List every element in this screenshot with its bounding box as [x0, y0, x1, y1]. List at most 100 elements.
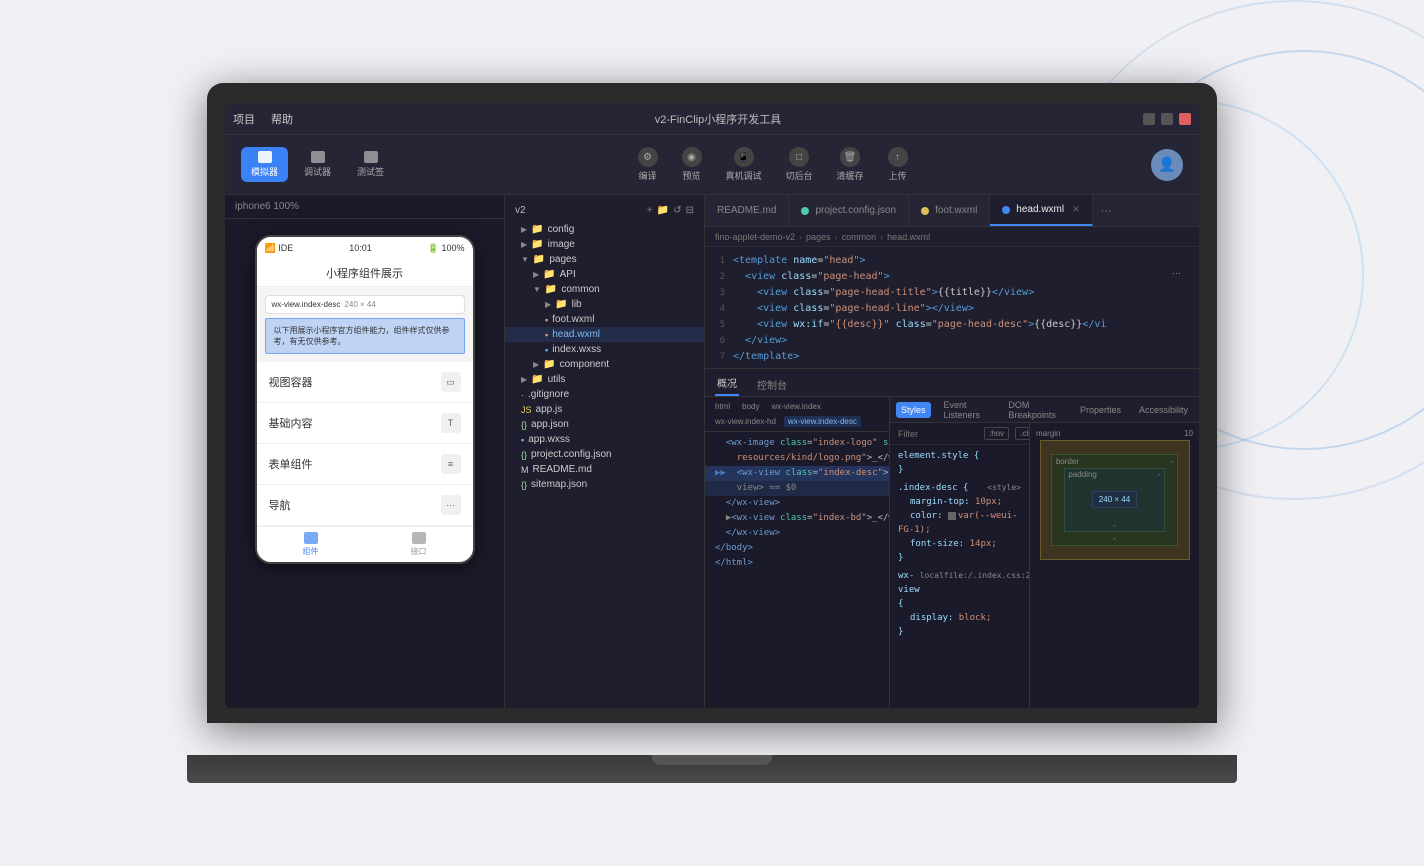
phone-list: 视图容器 ▭ 基础内容 T 表单组件 ≡: [257, 362, 473, 526]
components-tab-icon: [304, 532, 318, 544]
bottom-tab-console[interactable]: 控制台: [755, 373, 789, 396]
phone-highlight-box: 以下用展示小程序官方组件能力，组件样式仅供参考，有无仅供参考。: [265, 318, 465, 354]
new-folder-icon[interactable]: 📁: [657, 205, 669, 216]
breadcrumb: fino-applet-demo-v2 › pages › common › h…: [705, 227, 1199, 247]
dom-el-wxview-desc[interactable]: wx-view.index-desc: [784, 416, 861, 427]
styles-tab-dom-breakpoints[interactable]: DOM Breakpoints: [1003, 397, 1067, 423]
test-button[interactable]: 测试签: [347, 147, 394, 182]
tree-head-wxml[interactable]: ▪ head.wxml: [505, 327, 704, 342]
list-item-3[interactable]: 导航 ···: [257, 485, 473, 526]
refresh-icon[interactable]: ↺: [673, 205, 681, 216]
dom-el-html[interactable]: html: [711, 401, 734, 412]
bottom-tab-overview[interactable]: 概况: [715, 371, 739, 396]
code-preview-line-4: </wx-view>: [705, 496, 889, 511]
phone-tab-components[interactable]: 组件: [257, 527, 365, 562]
tree-foot-wxml[interactable]: ▪ foot.wxml: [505, 312, 704, 327]
minimize-button[interactable]: [1143, 113, 1155, 125]
dom-el-wxview-hd[interactable]: wx-view.index-hd: [711, 416, 780, 427]
list-item-0[interactable]: 视图容器 ▭: [257, 362, 473, 403]
json-file-icon: {}: [521, 480, 527, 490]
style-source-wx-view[interactable]: localfile:/.index.css:2: [920, 569, 1029, 611]
tree-api[interactable]: ▶ 📁 API: [505, 267, 704, 282]
new-file-icon[interactable]: +: [647, 205, 653, 216]
code-preview-line-2: ▶▶ <wx-view class="index-desc">以下用展示小程序官…: [705, 466, 889, 481]
clear-cache-action[interactable]: 🗑 清缓存: [837, 147, 864, 182]
tree-pages[interactable]: ▼ 📁 pages: [505, 252, 704, 267]
styles-tab-properties[interactable]: Properties: [1075, 402, 1126, 418]
tree-project-config[interactable]: {} project.config.json: [505, 447, 704, 462]
breadcrumb-part-0[interactable]: fino-applet-demo-v2: [715, 232, 795, 242]
tree-app-wxss[interactable]: ▪ app.wxss: [505, 432, 704, 447]
code-editor[interactable]: 1 <template name="head"> 2 <view class="…: [705, 247, 1199, 368]
tree-app-js[interactable]: JS app.js: [505, 402, 704, 417]
tree-common[interactable]: ▼ 📁 common: [505, 282, 704, 297]
tab-project-config[interactable]: project.config.json: [789, 195, 909, 226]
maximize-button[interactable]: [1161, 113, 1173, 125]
breadcrumb-part-2[interactable]: common: [842, 232, 877, 242]
tree-utils[interactable]: ▶ 📁 utils: [505, 372, 704, 387]
breadcrumb-part-3[interactable]: head.wxml: [887, 232, 930, 242]
styles-tab-styles[interactable]: Styles: [896, 402, 931, 418]
list-item-2[interactable]: 表单组件 ≡: [257, 444, 473, 485]
tab-more-button[interactable]: ···: [1093, 205, 1120, 217]
background-action[interactable]: □ 切后台: [786, 147, 813, 182]
styles-tab-event-listeners[interactable]: Event Listeners: [939, 397, 996, 423]
code-preview-line-7: </body>: [705, 541, 889, 556]
styles-filter-input[interactable]: [898, 429, 978, 439]
tree-app-json[interactable]: {} app.json: [505, 417, 704, 432]
tree-index-wxss[interactable]: ▪ index.wxss: [505, 342, 704, 357]
real-device-action[interactable]: 📱 真机调试: [726, 147, 762, 182]
border-value: -: [1170, 457, 1173, 466]
tree-config[interactable]: ▶ 📁 config: [505, 222, 704, 237]
code-line-5: 5 <view wx:if="{{desc}}" class="page-hea…: [705, 317, 1199, 333]
tab-foot-wxml[interactable]: foot.wxml: [909, 195, 990, 226]
menu-project[interactable]: 项目: [233, 111, 255, 127]
chevron-icon: ▼: [521, 255, 529, 264]
tab-readme[interactable]: README.md: [705, 195, 789, 226]
dom-el-wxview-index[interactable]: wx-view.index: [767, 401, 824, 412]
tab-head-wxml[interactable]: head.wxml ✕: [990, 195, 1092, 226]
tree-readme[interactable]: M README.md: [505, 462, 704, 477]
styles-tab-accessibility[interactable]: Accessibility: [1134, 402, 1193, 418]
css-rules-panel: :hov .cls + element.style { }: [890, 423, 1029, 708]
xml-file-icon: ▪: [545, 315, 548, 325]
folder-icon: 📁: [531, 374, 543, 385]
laptop: 项目 帮助 v2-FinClip小程序开发工具 模: [187, 83, 1237, 783]
phone-status-right: 🔋 100%: [428, 243, 465, 254]
menu-help[interactable]: 帮助: [271, 111, 293, 127]
phone-tooltip: wx-view.index-desc 240 × 44: [265, 295, 465, 314]
preview-action[interactable]: ◉ 预览: [682, 147, 702, 182]
style-rule-wx-view: wx-view { localfile:/.index.css:2 displa…: [898, 569, 1021, 639]
chevron-icon: ▶: [533, 270, 539, 279]
folder-icon: 📁: [533, 254, 545, 265]
phone-status-time: 10:01: [349, 243, 372, 253]
close-button[interactable]: [1179, 113, 1191, 125]
collapse-icon[interactable]: ⊟: [686, 205, 694, 216]
folder-icon: 📁: [531, 239, 543, 250]
user-avatar[interactable]: 👤: [1151, 149, 1183, 181]
padding-layer: padding - 240 × 44: [1064, 468, 1164, 531]
real-device-icon: 📱: [734, 147, 754, 167]
list-item-icon-3: ···: [441, 495, 461, 515]
cls-button[interactable]: .cls: [1015, 427, 1029, 440]
compile-action[interactable]: ⚙ 编译: [638, 147, 658, 182]
phone-status-left: 📶 IDE: [265, 243, 294, 254]
tree-component[interactable]: ▶ 📁 component: [505, 357, 704, 372]
tab-close-icon[interactable]: ✕: [1072, 204, 1080, 215]
simulator-button[interactable]: 模拟器: [241, 147, 288, 182]
phone-bottom-tabs: 组件 接口: [257, 526, 473, 562]
tree-gitignore[interactable]: · .gitignore: [505, 387, 704, 402]
breadcrumb-part-1[interactable]: pages: [806, 232, 831, 242]
chevron-icon: ▼: [533, 285, 541, 294]
tab-dot-project-config: [801, 207, 809, 215]
dom-el-body[interactable]: body: [738, 401, 763, 412]
tree-image[interactable]: ▶ 📁 image: [505, 237, 704, 252]
tree-sitemap[interactable]: {} sitemap.json: [505, 477, 704, 492]
hov-button[interactable]: :hov: [984, 427, 1009, 440]
tree-lib[interactable]: ▶ 📁 lib: [505, 297, 704, 312]
debugger-button[interactable]: 调试器: [294, 147, 341, 182]
list-item-1[interactable]: 基础内容 T: [257, 403, 473, 444]
ide-window: 项目 帮助 v2-FinClip小程序开发工具 模: [225, 103, 1199, 708]
phone-tab-interface[interactable]: 接口: [365, 527, 473, 562]
upload-action[interactable]: ↑ 上传: [888, 147, 908, 182]
